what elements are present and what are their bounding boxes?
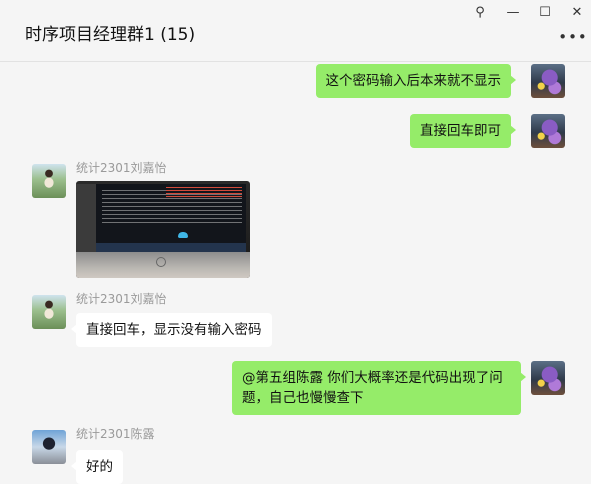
sender-name: 统计2301刘嘉怡 <box>76 161 167 175</box>
message-bubble[interactable]: 好的 <box>71 450 123 484</box>
avatar[interactable] <box>531 361 565 395</box>
sender-name: 统计2301陈露 <box>76 427 155 441</box>
more-options-icon[interactable]: ••• <box>558 28 587 46</box>
chat-title: 时序项目经理群1 (15) <box>25 25 196 45</box>
photo-detail <box>166 187 242 197</box>
avatar[interactable] <box>531 114 565 148</box>
avatar[interactable] <box>32 164 66 198</box>
message-bubble[interactable]: 直接回车，显示没有输入密码 <box>71 313 272 347</box>
message-bubble[interactable]: 直接回车即可 <box>410 114 516 148</box>
minimize-icon[interactable]: — <box>499 2 527 22</box>
message-bubble[interactable]: @第五组陈露 你们大概率还是代码出现了问题，自己也慢慢查下 <box>232 361 526 415</box>
photo-detail <box>156 257 166 267</box>
close-icon[interactable]: ✕ <box>563 2 591 22</box>
image-message[interactable] <box>76 181 250 278</box>
avatar[interactable] <box>32 430 66 464</box>
avatar[interactable] <box>531 64 565 98</box>
photo-detail <box>96 243 246 252</box>
sender-name: 统计2301刘嘉怡 <box>76 292 167 306</box>
message-bubble[interactable]: 这个密码输入后本来就不显示 <box>315 64 516 98</box>
photo-detail <box>96 184 246 252</box>
chat-header: 时序项目经理群1 (15) ⚲ — ☐ ✕ ••• <box>0 0 591 62</box>
avatar[interactable] <box>32 295 66 329</box>
photo-detail <box>76 184 96 252</box>
maximize-icon[interactable]: ☐ <box>531 2 559 22</box>
photo-detail <box>178 232 188 238</box>
pin-icon[interactable]: ⚲ <box>466 2 494 22</box>
